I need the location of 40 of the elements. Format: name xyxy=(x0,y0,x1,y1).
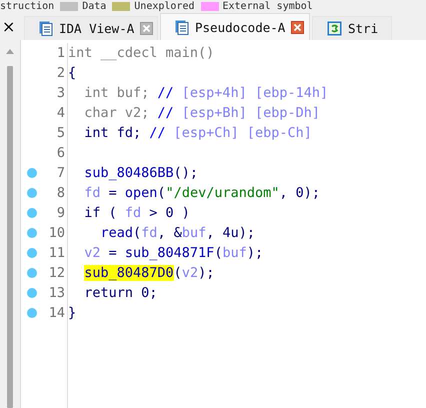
scroll-up-icon[interactable] xyxy=(6,48,14,54)
legend-label: External symbol xyxy=(222,0,313,12)
line-number: 12 xyxy=(48,265,65,281)
document-icon xyxy=(39,21,53,36)
line-number: 3 xyxy=(56,85,65,101)
tab[interactable]: Pseudocode-A xyxy=(160,13,310,40)
string-icon xyxy=(327,21,342,36)
line-number: 5 xyxy=(56,125,65,141)
code-line: return 0; xyxy=(83,284,158,303)
code-line: if ( fd > 0 ) xyxy=(83,204,191,223)
code-line: int __cdecl main() xyxy=(68,44,216,63)
code-line: int fd; // [esp+Ch] [ebp-Ch] xyxy=(83,124,313,143)
line-number: 11 xyxy=(48,245,65,261)
legend-label: struction xyxy=(0,0,54,12)
code-line: char v2; // [esp+Bh] [ebp-Dh] xyxy=(83,104,321,123)
tab[interactable]: Stri xyxy=(312,16,392,40)
line-number: 8 xyxy=(56,185,65,201)
legend-label: Data xyxy=(82,0,106,12)
line-number: 1 xyxy=(56,45,65,61)
code-line: sub_80486BB(); xyxy=(83,164,200,183)
line-number: 9 xyxy=(56,205,65,221)
line-number: 4 xyxy=(56,105,65,121)
code-line: v2 = sub_804871F(buf); xyxy=(83,244,264,263)
line-number: 6 xyxy=(56,145,65,161)
code-line: read(fd, &buf, 4u); xyxy=(100,224,256,243)
code-line: fd = open("/dev/urandom", 0); xyxy=(83,184,321,203)
line-number: 14 xyxy=(48,305,65,321)
code-line: int buf; // [esp+4h] [ebp-14h] xyxy=(83,84,328,103)
line-number: 10 xyxy=(48,225,65,241)
line-number: 2 xyxy=(56,65,65,81)
close-button[interactable]: × xyxy=(0,16,24,36)
document-icon xyxy=(175,20,189,34)
line-number: 7 xyxy=(56,165,65,181)
close-icon[interactable] xyxy=(140,22,154,35)
tab[interactable]: IDA View-A xyxy=(24,16,158,40)
legend-label: Unexplored xyxy=(134,0,194,12)
close-icon[interactable] xyxy=(291,20,304,34)
code-line: } xyxy=(68,304,78,323)
code-line: { xyxy=(68,64,78,83)
line-number: 13 xyxy=(48,285,65,301)
